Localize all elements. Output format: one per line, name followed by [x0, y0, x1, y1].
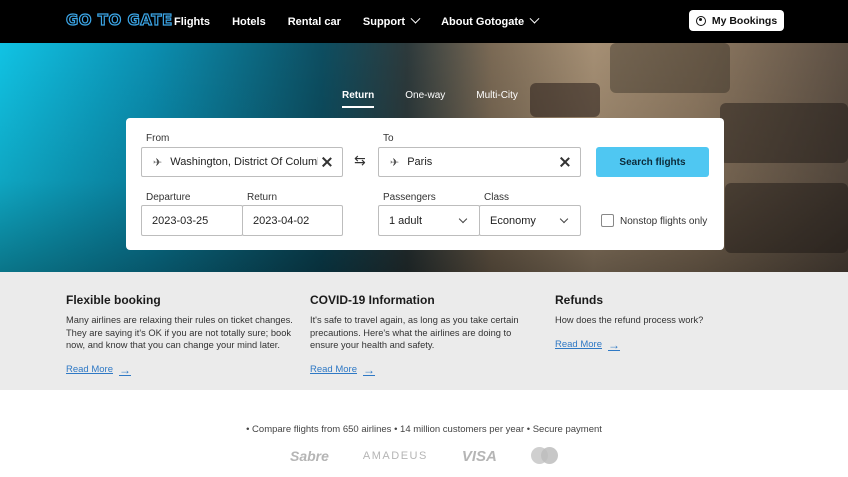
amadeus-logo: AMADEUS: [362, 450, 428, 462]
arrow-right-icon: →: [363, 362, 375, 377]
read-more-link[interactable]: Read More →: [555, 338, 795, 352]
info-section: Flexible booking Many airlines are relax…: [0, 272, 848, 390]
info-text: How does the refund process work?: [555, 315, 704, 325]
read-more-link[interactable]: Read More →: [66, 363, 306, 377]
mastercard-logo: [530, 447, 559, 465]
return-date-field[interactable]: 2023-04-02: [242, 205, 343, 236]
search-flights-button[interactable]: Search flights: [596, 147, 709, 177]
chevron-down-icon: [529, 13, 540, 24]
visa-logo: VISA: [461, 447, 497, 465]
info-title: Flexible booking: [66, 293, 161, 307]
chevron-down-icon: [410, 13, 421, 24]
info-text: It's safe to travel again, as long as yo…: [310, 315, 519, 350]
nav-hotels[interactable]: Hotels: [232, 16, 266, 28]
nonstop-checkbox[interactable]: [601, 214, 614, 227]
return-label: Return: [247, 192, 278, 203]
info-card-covid: COVID-19 Information It's safe to travel…: [310, 293, 535, 377]
info-card-flexible-booking: Flexible booking Many airlines are relax…: [66, 293, 306, 377]
my-bookings-button[interactable]: My Bookings: [689, 10, 784, 31]
from-label: From: [146, 133, 170, 144]
sabre-logo: Sabre: [290, 448, 329, 464]
info-title: Refunds: [555, 293, 603, 307]
nav-flights[interactable]: Flights: [174, 16, 210, 28]
top-header: GO TO GATE Flights Hotels Rental car Sup…: [0, 0, 848, 43]
clear-from-icon[interactable]: [322, 157, 332, 167]
building-balcony: [610, 43, 730, 93]
user-icon: [695, 15, 706, 26]
passengers-value: 1 adult: [389, 214, 423, 227]
to-label: To: [383, 133, 394, 144]
nav-rental-car[interactable]: Rental car: [288, 16, 341, 28]
nav-about-gotogate[interactable]: About Gotogate: [441, 13, 540, 28]
nav-support-label: Support: [362, 15, 406, 28]
to-field[interactable]: ✈ Paris: [378, 147, 581, 177]
swap-locations-icon[interactable]: ⇆: [354, 152, 366, 169]
from-value: Washington, District Of Columbia: [170, 156, 319, 168]
main-nav: Flights Hotels Rental car Support About …: [174, 0, 560, 43]
nav-rental-car-label: Rental car: [287, 15, 341, 28]
class-value: Economy: [490, 214, 536, 227]
arrival-plane-icon: ✈: [390, 156, 400, 169]
read-more-label: Read More: [66, 364, 113, 375]
building-balcony: [725, 183, 848, 253]
nav-about-label: About Gotogate: [441, 15, 525, 28]
tab-return[interactable]: Return: [342, 90, 375, 108]
passengers-label: Passengers: [383, 192, 436, 203]
class-label: Class: [484, 192, 510, 203]
departure-label: Departure: [146, 192, 191, 203]
clear-to-icon[interactable]: [560, 157, 570, 167]
info-title: COVID-19 Information: [310, 293, 435, 307]
read-more-label: Read More: [555, 339, 602, 350]
building-balcony: [720, 103, 848, 163]
arrow-right-icon: →: [119, 362, 131, 377]
arrow-right-icon: →: [608, 337, 620, 352]
tab-one-way[interactable]: One-way: [405, 90, 445, 108]
departure-plane-icon: ✈: [153, 156, 163, 169]
read-more-link[interactable]: Read More →: [310, 363, 535, 377]
nav-hotels-label: Hotels: [232, 15, 266, 28]
chevron-down-icon: [458, 214, 468, 223]
departure-date-field[interactable]: 2023-03-25: [141, 205, 243, 236]
info-text: Many airlines are relaxing their rules o…: [66, 315, 293, 350]
class-select[interactable]: Economy: [479, 205, 581, 236]
nav-flights-label: Flights: [174, 15, 211, 28]
return-date-value: 2023-04-02: [253, 214, 310, 227]
read-more-label: Read More: [310, 364, 357, 375]
partner-logos: Sabre AMADEUS VISA: [290, 447, 559, 465]
tab-multi-city[interactable]: Multi-City: [476, 90, 518, 108]
trip-type-tabs: Return One-way Multi-City: [342, 90, 549, 108]
departure-date-value: 2023-03-25: [152, 214, 209, 227]
nav-support[interactable]: Support: [362, 13, 421, 28]
chevron-down-icon: [559, 214, 569, 223]
gotogate-logo[interactable]: GO TO GATE: [65, 10, 172, 29]
my-bookings-label: My Bookings: [711, 14, 778, 27]
usp-text: • Compare flights from 650 airlines • 14…: [246, 424, 602, 435]
flight-search-form: From ✈ Washington, District Of Columbia …: [126, 118, 724, 250]
info-card-refunds: Refunds How does the refund process work…: [555, 293, 795, 352]
nonstop-label[interactable]: Nonstop flights only: [620, 216, 707, 227]
passengers-select[interactable]: 1 adult: [378, 205, 480, 236]
from-field[interactable]: ✈ Washington, District Of Columbia: [141, 147, 343, 177]
trust-footer: • Compare flights from 650 airlines • 14…: [0, 390, 848, 477]
to-value: Paris: [407, 156, 433, 168]
